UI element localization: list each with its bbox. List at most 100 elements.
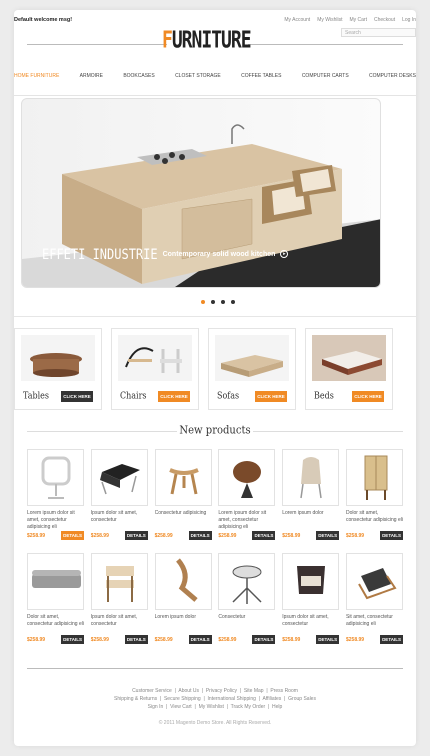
footer-link[interactable]: Secure Shipping xyxy=(164,696,201,702)
footer-link[interactable]: Privacy Policy xyxy=(206,688,237,694)
product-card[interactable]: Ipsum dolor sit amet, consectetur $258.9… xyxy=(90,449,148,540)
footer-link[interactable]: Customer Service xyxy=(132,688,172,694)
product-card[interactable]: Ipsum dolor sit amet, consectetur $258.9… xyxy=(90,553,148,644)
site-logo[interactable]: FURNITURE xyxy=(162,27,252,54)
product-description: Ipsum dolor sit amet, consectetur xyxy=(90,614,138,627)
footer-links-row-2: Shipping & Returns | Secure Shipping | I… xyxy=(114,696,316,702)
slider-dot-3[interactable] xyxy=(221,300,225,304)
click-here-button[interactable]: CLICK HERE xyxy=(158,391,190,402)
footer-link[interactable]: View Cart xyxy=(170,704,192,710)
product-image[interactable] xyxy=(27,553,84,610)
footer-links-row-3: Sign In | View Cart | My Wishlist | Trac… xyxy=(147,704,283,710)
details-button[interactable]: DETAILS xyxy=(188,531,212,540)
product-card[interactable]: Lorem ipsum dolor sit amet, consectetur … xyxy=(27,449,84,540)
search-input[interactable]: Search xyxy=(341,28,416,37)
product-card[interactable]: Consectetur adipisicing $258.99 DETAILS xyxy=(154,449,212,540)
details-button[interactable]: DETAILS xyxy=(380,635,403,644)
category-label: Beds xyxy=(314,390,334,401)
hero-slider[interactable]: EFFETI INDUSTRIE Contemporary solid wood… xyxy=(21,98,381,288)
details-button[interactable]: DETAILS xyxy=(61,531,84,540)
category-sofas[interactable]: Sofas CLICK HERE xyxy=(208,328,296,410)
slider-caption: EFFETI INDUSTRIE Contemporary solid wood… xyxy=(42,246,289,262)
product-image[interactable] xyxy=(218,449,276,506)
product-description: Sit amet, consectetur adipisicing eli xyxy=(345,614,393,627)
details-button[interactable]: DETAILS xyxy=(380,531,403,540)
nav-computer-carts[interactable]: COMPUTER CARTS xyxy=(302,73,349,79)
footer-link[interactable]: My Wishlist xyxy=(199,704,224,710)
footer-link[interactable]: About Us xyxy=(178,688,199,694)
product-card[interactable]: Consectetur $258.99 DETAILS xyxy=(218,553,276,644)
product-image[interactable] xyxy=(90,449,148,506)
nav-computer-desks[interactable]: COMPUTER DESKS xyxy=(369,73,416,79)
nav-closet-storage[interactable]: CLOSET STORAGE xyxy=(175,73,221,79)
header-divider-left xyxy=(27,44,167,45)
product-image[interactable] xyxy=(90,553,148,610)
link-log-in[interactable]: Log In xyxy=(402,17,416,23)
nav-coffee-tables[interactable]: COFFEE TABLES xyxy=(241,73,281,79)
click-here-button[interactable]: CLICK HERE xyxy=(255,391,287,402)
product-card[interactable]: Ipsum dolor sit amet, consectetur $258.9… xyxy=(282,553,340,644)
link-checkout[interactable]: Checkout xyxy=(374,17,395,23)
details-button[interactable]: DETAILS xyxy=(252,635,276,644)
click-here-button[interactable]: CLICK HERE xyxy=(352,391,384,402)
details-button[interactable]: DETAILS xyxy=(188,635,212,644)
footer-link[interactable]: Help xyxy=(272,704,282,710)
product-price: $258.99 xyxy=(27,532,46,539)
slider-dot-2[interactable] xyxy=(211,300,215,304)
product-image[interactable] xyxy=(345,553,403,610)
footer-link[interactable]: Sign In xyxy=(148,704,164,710)
product-card[interactable]: Dolor sit amet, consectetur adipisicing … xyxy=(345,449,403,540)
details-button[interactable]: DETAILS xyxy=(316,531,340,540)
nav-bookcases[interactable]: BOOKCASES xyxy=(123,73,154,79)
click-here-button[interactable]: CLICK HERE xyxy=(61,391,93,402)
sofas-image xyxy=(215,335,289,381)
welcome-message: Default welcome msg! xyxy=(14,17,73,23)
product-card[interactable]: Lorem ipsum dolor $258.99 DETAILS xyxy=(154,553,212,644)
product-card[interactable]: Lorem ipsum dolor sit amet, consectetur … xyxy=(218,449,276,540)
details-button[interactable]: DETAILS xyxy=(252,531,276,540)
details-button[interactable]: DETAILS xyxy=(61,635,84,644)
product-price: $258.99 xyxy=(27,636,46,643)
tables-image xyxy=(21,335,95,381)
product-image[interactable] xyxy=(282,553,340,610)
product-price: $258.99 xyxy=(345,636,365,643)
product-image[interactable] xyxy=(27,449,84,506)
footer-link[interactable]: Shipping & Returns xyxy=(114,696,157,702)
footer-link[interactable]: Group Sales xyxy=(288,696,316,702)
footer-divider xyxy=(27,668,403,669)
category-banners: Tables CLICK HERE Chairs CLICK HERE Sofa… xyxy=(14,328,393,410)
arrow-right-icon[interactable]: ▸ xyxy=(280,250,289,258)
footer-link[interactable]: International Shipping xyxy=(208,696,256,702)
product-card[interactable]: Dolor sit amet, consectetur adipisicing … xyxy=(27,553,84,644)
category-chairs[interactable]: Chairs CLICK HERE xyxy=(111,328,199,410)
product-image[interactable] xyxy=(154,553,212,610)
slider-dot-1[interactable] xyxy=(201,300,205,304)
product-card[interactable]: Lorem ipsum dolor $258.99 DETAILS xyxy=(282,449,340,540)
footer-link[interactable]: Site Map xyxy=(244,688,264,694)
product-description: Lorem ipsum dolor sit amet, consectetur … xyxy=(218,510,267,530)
details-button[interactable]: DETAILS xyxy=(124,531,148,540)
details-button[interactable]: DETAILS xyxy=(316,635,340,644)
nav-armoire[interactable]: ARMOIRE xyxy=(80,73,103,79)
footer-link[interactable]: Press Room xyxy=(270,688,298,694)
details-button[interactable]: DETAILS xyxy=(124,635,148,644)
product-description: Ipsum dolor sit amet, consectetur xyxy=(90,510,138,523)
footer-link[interactable]: Affiliates xyxy=(263,696,282,702)
footer-link[interactable]: Track My Order xyxy=(231,704,266,710)
slider-dot-4[interactable] xyxy=(231,300,235,304)
nav-home-furniture[interactable]: HOME FURNITURE xyxy=(14,73,59,79)
section-divider xyxy=(14,316,416,317)
link-my-account[interactable]: My Account xyxy=(284,17,310,23)
product-image[interactable] xyxy=(345,449,403,506)
link-my-cart[interactable]: My Cart xyxy=(349,17,367,23)
product-image[interactable] xyxy=(218,553,276,610)
product-row-1: Lorem ipsum dolor sit amet, consectetur … xyxy=(27,449,403,540)
top-links: My Account My Wishlist My Cart Checkout … xyxy=(284,17,416,23)
link-my-wishlist[interactable]: My Wishlist xyxy=(317,17,342,23)
category-tables[interactable]: Tables CLICK HERE xyxy=(14,328,102,410)
product-price: $258.99 xyxy=(154,532,173,539)
product-image[interactable] xyxy=(154,449,212,506)
product-card[interactable]: Sit amet, consectetur adipisicing eli $2… xyxy=(345,553,403,644)
category-beds[interactable]: Beds CLICK HERE xyxy=(305,328,393,410)
product-image[interactable] xyxy=(282,449,340,506)
